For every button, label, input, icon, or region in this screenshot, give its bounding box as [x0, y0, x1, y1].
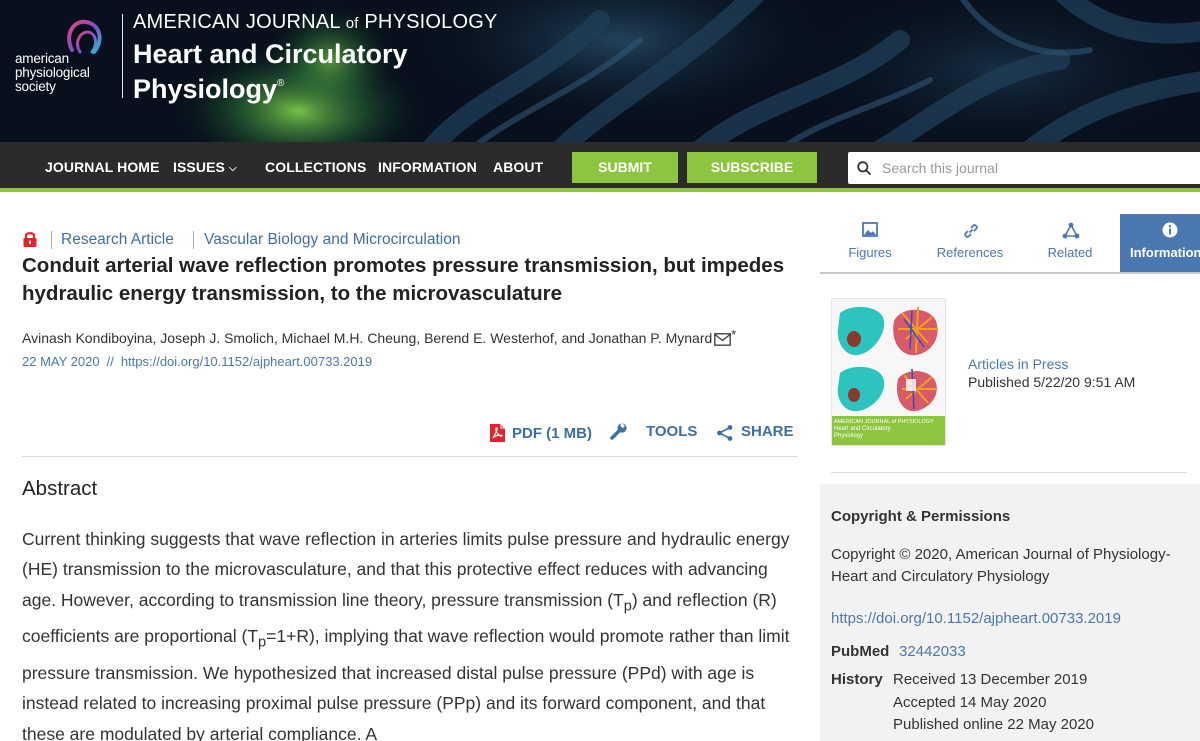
abstract-heading: Abstract — [22, 477, 98, 500]
issue-info: AMERICAN JOURNAL of PHYSIOLOGY Heart and… — [831, 289, 1187, 473]
nav-journal-home[interactable]: JOURNAL HOME — [45, 159, 160, 175]
article-title: Conduit arterial wave reflection promote… — [22, 254, 785, 305]
pdf-label: PDF (1 MB) — [512, 425, 592, 442]
tabs-underline — [820, 272, 1200, 274]
article-section-link[interactable]: Vascular Biology and Microcirculation — [204, 231, 460, 249]
tools-button[interactable]: TOOLS — [609, 421, 697, 440]
divider — [22, 456, 798, 457]
author-list: Avinash Kondiboyina, Joseph J. Smolich, … — [22, 327, 736, 346]
history-label: History — [831, 671, 883, 688]
journal-cover-image[interactable]: AMERICAN JOURNAL of PHYSIOLOGY Heart and… — [831, 298, 946, 446]
subscribe-button[interactable]: SUBSCRIBE — [687, 152, 817, 183]
link-icon — [964, 224, 978, 238]
cover-artwork — [832, 299, 945, 416]
search-icon[interactable] — [857, 161, 871, 175]
articles-in-press-link[interactable]: Articles in Press — [968, 356, 1068, 372]
tab-references[interactable]: References — [920, 214, 1020, 273]
lock-icon — [23, 232, 37, 247]
copyright-text: Copyright © 2020, American Journal of Ph… — [831, 546, 1171, 585]
network-icon — [1062, 222, 1080, 239]
nav-about[interactable]: ABOUT — [493, 159, 543, 175]
pubmed-id-link[interactable]: 32442033 — [899, 643, 966, 660]
nav-information[interactable]: INFORMATION — [378, 159, 477, 175]
submit-button[interactable]: SUBMIT — [572, 152, 678, 183]
abstract-text: Current thinking suggests that wave refl… — [22, 529, 790, 741]
tab-related[interactable]: Related — [1020, 214, 1120, 273]
pdf-icon — [490, 424, 505, 442]
journal-supertitle: AMERICAN JOURNAL of PHYSIOLOGY — [133, 11, 498, 33]
nav-issues[interactable]: ISSUES ⌵ — [173, 159, 237, 175]
corresponding-author-mark: * — [731, 327, 737, 342]
tools-label: TOOLS — [646, 423, 698, 440]
published-timestamp: Published 5/22/20 9:51 AM — [968, 374, 1136, 390]
doi-link[interactable]: https://doi.org/10.1152/ajpheart.00733.2… — [121, 354, 372, 369]
tab-information[interactable]: Information — [1120, 214, 1200, 273]
nav-collections[interactable]: COLLECTIONS — [265, 159, 366, 175]
article-type-link[interactable]: Research Article — [61, 231, 174, 249]
meta-separator — [193, 231, 194, 249]
email-icon[interactable] — [714, 333, 732, 346]
main-navbar: JOURNAL HOME ISSUES ⌵ COLLECTIONS INFORMA… — [0, 142, 1200, 192]
journal-title[interactable]: Heart and Circulatory Physiology® — [133, 40, 408, 104]
history-accepted: Accepted 14 May 2020 — [893, 694, 1047, 711]
share-icon — [717, 425, 733, 441]
search-input[interactable] — [882, 152, 1182, 184]
publication-date-line: 22 MAY 2020 // https://doi.org/10.1152/ajp… — [22, 354, 372, 369]
banner-divider — [122, 14, 123, 98]
history-received: Received 13 December 2019 — [893, 671, 1088, 688]
chevron-down-icon: ⌵ — [228, 163, 237, 174]
share-label: SHARE — [741, 423, 794, 440]
share-button[interactable]: SHARE — [716, 421, 794, 441]
tab-figures[interactable]: Figures — [820, 214, 920, 273]
date-separator: // — [106, 354, 114, 369]
sidebar-tabs: Figures References Related Information — [820, 214, 1200, 273]
author-names[interactable]: Avinash Kondiboyina, Joseph J. Smolich, … — [22, 330, 712, 346]
meta-separator — [51, 231, 52, 249]
publication-date: 22 MAY 2020 — [22, 354, 100, 369]
wrench-icon — [610, 423, 627, 440]
image-icon — [862, 222, 878, 237]
journal-search — [848, 152, 1200, 184]
info-icon — [1162, 222, 1178, 238]
sidebar-doi-link[interactable]: https://doi.org/10.1152/ajpheart.00733.2… — [831, 610, 1121, 627]
cover-title-band: AMERICAN JOURNAL of PHYSIOLOGY Heart and… — [832, 416, 945, 445]
copyright-heading: Copyright & Permissions — [831, 508, 1011, 525]
pdf-download-button[interactable]: PDF (1 MB) — [489, 421, 592, 442]
journal-banner: american physiological society AMERICAN … — [0, 0, 1200, 142]
history-published-online: Published online 22 May 2020 — [893, 716, 1094, 733]
society-name[interactable]: american physiological society — [15, 52, 90, 94]
pubmed-label: PubMed — [831, 643, 890, 660]
